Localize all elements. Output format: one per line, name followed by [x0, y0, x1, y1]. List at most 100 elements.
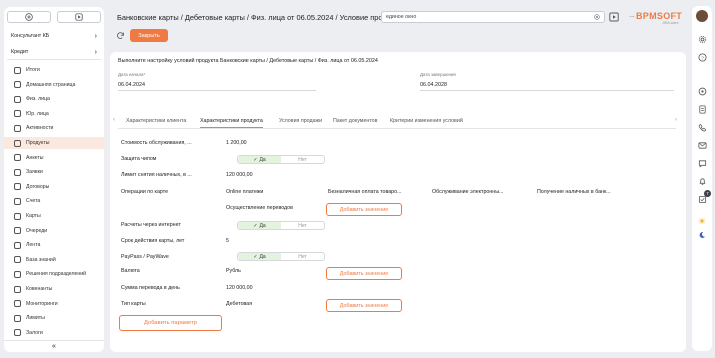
ops-value[interactable]: Получение наличных в банк...	[537, 189, 611, 195]
sidebar-item[interactable]: Залоги	[4, 327, 104, 339]
bell-icon[interactable]	[697, 176, 707, 186]
refresh-icon[interactable]	[116, 31, 125, 40]
email-icon[interactable]	[697, 140, 707, 150]
internet-toggle[interactable]: ✓ Да Нет	[237, 221, 325, 230]
sidebar-item[interactable]: Итоги	[4, 64, 104, 76]
sidebar-item[interactable]: Продукты	[4, 137, 104, 149]
sidebar-item[interactable]: Счета	[4, 195, 104, 207]
sidebar-item-label: Счета	[26, 198, 41, 205]
sidebar-item-label: Решения подразделений	[26, 271, 87, 278]
paypass-toggle[interactable]: ✓ Да Нет	[237, 252, 325, 261]
sidebar-item[interactable]: Анкеты	[4, 152, 104, 164]
product-select[interactable]: Кредит ›	[7, 47, 101, 57]
sidebar-item-label: Лента	[26, 242, 41, 249]
svg-text:?: ?	[701, 55, 704, 60]
product-select-value: Кредит	[11, 49, 29, 55]
chart-icon	[14, 66, 21, 74]
toggle-no[interactable]: Нет	[281, 253, 324, 260]
company-icon	[14, 110, 21, 118]
sidebar-item[interactable]: Очереди	[4, 225, 104, 237]
sidebar-item[interactable]: Заявки	[4, 166, 104, 178]
limit-value[interactable]: 120 000,00	[226, 172, 253, 178]
add-value-button[interactable]: Добавить значение	[326, 203, 402, 216]
transfer-value[interactable]: 120 000,00	[226, 285, 253, 291]
sidebar-item-label: Продукты	[26, 140, 50, 146]
sidebar-item[interactable]: Лента	[4, 239, 104, 251]
cardtype-label: Тип карты	[121, 301, 146, 307]
toggle-no[interactable]: Нет	[281, 222, 324, 229]
sidebar-item[interactable]: Домашняя страница	[4, 79, 104, 91]
sidebar-item[interactable]: Решения подразделений	[4, 268, 104, 280]
ops-value[interactable]: Осуществление переводов	[226, 205, 293, 211]
sidebar-item-label: Анкеты	[26, 154, 44, 161]
search-input[interactable]: единое окно	[381, 11, 605, 23]
toggle-yes[interactable]: ✓ Да	[238, 253, 281, 260]
toggle-yes[interactable]: ✓ Да	[238, 156, 281, 163]
sidebar-item[interactable]: Ковенанты	[4, 283, 104, 295]
sidebar-item[interactable]: Карты	[4, 210, 104, 222]
doc-icon[interactable]	[697, 104, 707, 114]
sidebar-item[interactable]: База знаний	[4, 254, 104, 266]
sidebar-item-label: Заявки	[26, 169, 43, 176]
add-value-button[interactable]: Добавить значение	[326, 267, 402, 280]
ops-value[interactable]: Online платежи	[226, 189, 263, 195]
sidebar-item-label: Домашняя страница	[26, 81, 76, 88]
tasks-badge: 7	[704, 190, 711, 197]
check-icon: ✓	[253, 253, 258, 260]
tabs-scroll-right-icon[interactable]: ›	[675, 117, 677, 123]
collapse-sidebar-button[interactable]: «	[4, 340, 104, 352]
sidebar-item-label: Мониторинги	[26, 300, 58, 307]
user-icon	[14, 95, 21, 103]
product-icon	[14, 139, 21, 147]
add-value-button[interactable]: Добавить значение	[326, 299, 402, 312]
process-icon[interactable]	[697, 86, 707, 96]
toggle-no[interactable]: Нет	[281, 156, 324, 163]
internet-label: Расчеты через интернет	[121, 222, 181, 228]
chip-toggle[interactable]: ✓ Да Нет	[237, 155, 325, 164]
video-tutorial-icon[interactable]	[609, 12, 619, 22]
account-icon	[14, 197, 21, 205]
sidebar-item[interactable]: Активности	[4, 122, 104, 134]
end-date-field[interactable]: 06.04.2028	[420, 82, 674, 91]
chat-icon[interactable]	[697, 158, 707, 168]
toggle-yes[interactable]: ✓ Да	[238, 222, 281, 229]
tab-product-characteristics[interactable]: Характеристики продукта	[200, 118, 263, 128]
sun-icon[interactable]	[697, 216, 707, 226]
sidebar-item[interactable]: Договоры	[4, 181, 104, 193]
currency-value[interactable]: Рубль	[226, 268, 241, 274]
page-title: Банковские карты / Дебетовые карты / Физ…	[117, 13, 402, 22]
tabs-scroll-left-icon[interactable]: ‹	[113, 117, 115, 123]
org-select[interactable]: Консультант КБ ›	[7, 31, 101, 41]
chevron-right-icon: ›	[94, 32, 97, 40]
add-parameter-button[interactable]: Добавить параметр	[119, 315, 222, 331]
sidebar-item[interactable]: Лимиты	[4, 312, 104, 324]
monitoring-icon	[14, 300, 21, 308]
sidebar-item[interactable]: Мониторинги	[4, 298, 104, 310]
cost-value[interactable]: 1 200,00	[226, 140, 247, 146]
start-date-field[interactable]: 06.04.2024	[118, 82, 316, 91]
moon-icon[interactable]	[697, 230, 707, 240]
avatar[interactable]	[696, 10, 708, 22]
ops-value[interactable]: Обслуживание электронны...	[432, 189, 503, 195]
sidebar-item[interactable]: Юр. лица	[4, 108, 104, 120]
sidebar-item[interactable]: Физ. лица	[4, 93, 104, 105]
cardtype-value[interactable]: Дебетовая	[226, 301, 252, 307]
tab-documents-package[interactable]: Пакет документов	[333, 118, 377, 124]
right-toolbar: ? 7	[692, 6, 712, 351]
term-value[interactable]: 5	[226, 238, 229, 244]
phone-icon[interactable]	[697, 122, 707, 132]
tab-change-criteria[interactable]: Критерии изменения условий	[390, 118, 463, 124]
sidebar-item-label: Карты	[26, 213, 41, 219]
add-button[interactable]	[7, 11, 51, 23]
gear-icon[interactable]	[697, 34, 707, 44]
ops-value[interactable]: Безналичная оплата товаро...	[328, 189, 401, 195]
tab-client-characteristics[interactable]: Характеристики клиента	[126, 118, 186, 124]
term-label: Срок действия карты, лет	[121, 238, 185, 244]
limit-label: Лимит снятия наличных, в ...	[121, 172, 192, 178]
close-button[interactable]: Закрыть	[130, 29, 168, 42]
help-icon[interactable]: ?	[697, 52, 707, 62]
sidebar-item-label: Итоги	[26, 67, 40, 73]
clear-search-icon[interactable]	[594, 14, 600, 20]
video-button[interactable]	[57, 11, 101, 23]
tab-sale-conditions[interactable]: Условия продажи	[279, 118, 322, 124]
